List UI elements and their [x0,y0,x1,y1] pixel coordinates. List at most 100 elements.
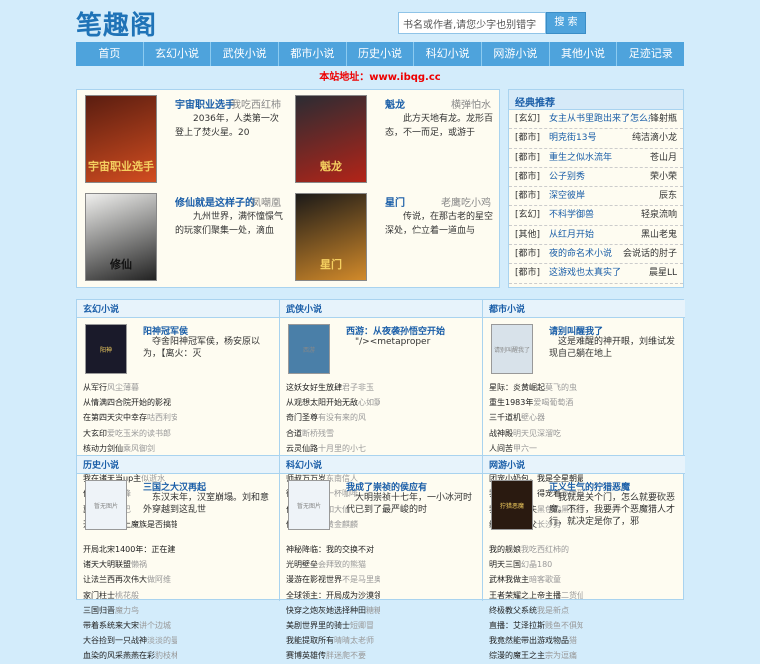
list-right[interactable] [583,426,681,441]
book-name[interactable]: 从观想太阳开始无敌 [286,398,358,407]
list-right[interactable] [177,648,275,663]
list-right[interactable] [583,588,681,603]
book-cover[interactable]: 星门 [295,193,367,281]
book-cover[interactable]: 魁龙 [295,95,367,183]
list-left[interactable]: 终极教父系统我是新点 [489,603,583,618]
list-left[interactable]: 全球领主：开局成为沙漠领 [286,588,380,603]
search-button[interactable]: 搜 索 [546,12,586,34]
list-right[interactable] [177,441,275,456]
nav-item-2[interactable]: 武侠小说 [211,42,280,66]
book-name[interactable]: 家门柱士 [83,591,115,600]
list-left[interactable]: 从军行风尘薄暮 [83,380,177,395]
list-left[interactable]: 核动力剑仙乘风御剑 [83,441,177,456]
list-left[interactable]: 让法兰西再次伟大做阿维 [83,572,177,587]
list-right[interactable] [380,410,478,425]
list-left[interactable]: 大谷捡到一只战神淡淡的曼 [83,633,177,648]
book-name[interactable]: 三国归晋 [83,606,115,615]
nav-item-1[interactable]: 玄幻小说 [144,42,212,66]
recommend-row[interactable]: [都市] 重生之似水流年 苍山月 [509,149,683,168]
nav-item-5[interactable]: 科幻小说 [414,42,483,66]
book-name[interactable]: 直播：艾泽拉斯 [489,621,545,630]
category-cover[interactable]: 狞猎恶魔 [491,480,533,530]
book-name[interactable]: 快穿之炮灰她选择种田 [286,606,366,615]
list-left[interactable]: 武林我做主暗客歌童 [489,572,583,587]
book-name[interactable]: 全球领主：开局成为沙漠领 [286,591,380,600]
list-left[interactable]: 星际：炎黄崛起莫飞的虫 [489,380,583,395]
recommend-name[interactable]: 重生之似水流年 [549,149,650,167]
list-left[interactable]: 合道断桥残雪 [286,426,380,441]
list-right[interactable] [177,633,275,648]
list-right[interactable] [380,542,478,557]
list-left[interactable]: 人间苦甲六一 [489,441,583,456]
book-title[interactable]: 宇宙职业选手 [175,96,235,111]
list-left[interactable]: 我竟然能带出游戏物品猎 [489,633,583,648]
category-cover[interactable]: 阳神 [85,324,127,374]
list-left[interactable]: 血染的风采燕燕在彩豹枝林 [83,648,177,663]
list-left[interactable]: 我能提取所有晴晴太老师 [286,633,380,648]
recommend-name[interactable]: 明克街13号 [549,129,632,147]
book-name[interactable]: 我的舰娘 [489,545,521,554]
list-left[interactable]: 带着系统来大宋讲个边城 [83,618,177,633]
list-left[interactable]: 王者荣耀之上帝主播二货仙 [489,588,583,603]
list-left[interactable]: 三千道机壁心器 [489,410,583,425]
search-input[interactable]: 书名或作者,请您少字也别错字 [398,12,546,34]
book-title[interactable]: 修仙就是这样子的 [175,194,255,209]
recommend-name[interactable]: 公子别秀 [549,168,650,186]
category-title[interactable]: 历史小说 [77,456,279,474]
list-left[interactable]: 从观想太阳开始无敌心如飘 [286,395,380,410]
book-name[interactable]: 王者荣耀之上帝主播 [489,591,561,600]
book-name[interactable]: 开局北宋1400年：正在建 [83,545,175,554]
nav-item-7[interactable]: 其他小说 [550,42,618,66]
book-name[interactable]: 重生1983年 [489,398,533,407]
book-name[interactable]: 人间苦 [489,444,513,453]
recommend-row[interactable]: [玄幻] 不科学御兽 轻泉流响 [509,206,683,226]
list-left[interactable]: 重生1983年爱喝葡萄酒 [489,395,583,410]
list-left[interactable]: 明天三国幻晶180 [489,557,583,572]
list-right[interactable] [380,426,478,441]
list-right[interactable] [380,648,478,663]
list-right[interactable] [177,380,275,395]
list-right[interactable] [380,572,478,587]
recommend-row[interactable]: [都市] 明克街13号 纯洁滴小龙 [509,129,683,149]
book-name[interactable]: 让法兰西再次伟大 [83,575,147,584]
book-name[interactable]: 我能提取所有 [286,636,334,645]
list-left[interactable]: 神秘降临：我的交换不对 [286,542,380,557]
book-name[interactable]: 合道 [286,429,302,438]
book-name[interactable]: 漫游在影视世界 [286,575,342,584]
list-left[interactable]: 大玄印爱吃玉米的读书郎 [83,426,177,441]
list-left[interactable]: 赛博英雄传胖迷爬不要 [286,648,380,663]
recommend-row[interactable]: [都市] 公子别秀 荣小荣 [509,168,683,188]
list-left[interactable]: 家门柱士桃花般 [83,588,177,603]
list-right[interactable] [380,380,478,395]
nav-item-6[interactable]: 网游小说 [482,42,550,66]
list-right[interactable] [583,441,681,456]
book-name[interactable]: 明天三国 [489,560,521,569]
list-left[interactable]: 我的舰娘我吃西红柿的 [489,542,583,557]
list-right[interactable] [583,633,681,648]
list-left[interactable]: 三国归晋魔力鸟 [83,603,177,618]
category-cover[interactable]: 暂无图片 [288,480,330,530]
recommend-row[interactable]: [都市] 深空彼岸 辰东 [509,187,683,207]
list-right[interactable] [583,557,681,572]
category-cover[interactable]: 西游 [288,324,330,374]
book-name[interactable]: 从情满四合院开始的影视 [83,398,171,407]
category-cover[interactable]: 请别叫醒我了 [491,324,533,374]
category-title[interactable]: 科幻小说 [280,456,482,474]
list-right[interactable] [380,441,478,456]
book-name[interactable]: 神秘降临：我的交换不对 [286,545,374,554]
list-right[interactable] [583,410,681,425]
nav-item-3[interactable]: 都市小说 [279,42,347,66]
nav-item-8[interactable]: 足迹记录 [617,42,684,66]
category-title[interactable]: 都市小说 [483,300,685,318]
book-name[interactable]: 奇门圣尊 [286,413,318,422]
recommend-name[interactable]: 夜的命名术小说 [549,245,623,263]
recommend-row[interactable]: [都市] 这游戏也太真实了 晨星LL [509,264,683,284]
book-name[interactable]: 带着系统来大宋 [83,621,139,630]
book-name[interactable]: 星际：炎黄崛起 [489,383,545,392]
list-left[interactable]: 综漫的魔王之主宗为逗痛 [489,648,583,663]
list-left[interactable]: 战神殿明天见深溜吃 [489,426,583,441]
category-title[interactable]: 玄幻小说 [77,300,279,318]
book-name[interactable]: 武林我做主 [489,575,529,584]
book-name[interactable]: 战神殿 [489,429,513,438]
list-right[interactable] [380,557,478,572]
